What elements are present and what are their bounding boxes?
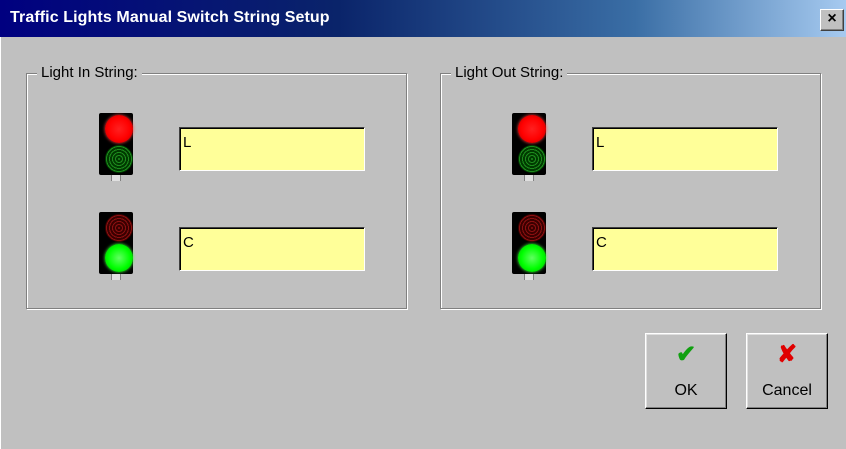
red-bulb-off — [518, 214, 546, 242]
title-bar: Traffic Lights Manual Switch String Setu… — [0, 0, 846, 37]
traffic-light-housing — [99, 113, 133, 175]
ok-button-label: OK — [674, 382, 698, 399]
green-bulb-on — [105, 244, 133, 272]
traffic-light-post — [524, 175, 534, 181]
cross-icon: ✘ — [776, 341, 798, 368]
traffic-light-post — [111, 274, 121, 280]
traffic-light-post — [524, 274, 534, 280]
red-traffic-light-icon — [96, 113, 136, 181]
red-bulb-on — [518, 115, 546, 143]
cancel-button[interactable]: ✘ Cancel — [746, 333, 828, 409]
green-bulb-off — [105, 145, 133, 173]
green-traffic-light-icon — [96, 212, 136, 280]
light-out-green-string-input[interactable]: C — [592, 227, 778, 271]
close-icon: × — [827, 10, 837, 27]
light-in-group: Light In String: — [26, 64, 407, 309]
light-in-green-string-input[interactable]: C — [179, 227, 365, 271]
window-title: Traffic Lights Manual Switch String Setu… — [10, 9, 330, 26]
green-traffic-light-icon — [509, 212, 549, 280]
red-bulb-off — [105, 214, 133, 242]
close-button[interactable]: × — [820, 9, 844, 31]
light-out-red-string-input[interactable]: L — [592, 127, 778, 171]
light-out-label: Light Out String: — [451, 64, 568, 82]
light-in-red-string-input[interactable]: L — [179, 127, 365, 171]
light-out-group: Light Out String: — [440, 64, 821, 309]
ok-button[interactable]: ✔ OK — [645, 333, 727, 409]
checkmark-icon: ✔ — [675, 341, 697, 368]
dialog-left-edge — [0, 37, 8, 449]
cancel-button-label: Cancel — [762, 382, 812, 399]
red-traffic-light-icon — [509, 113, 549, 181]
green-bulb-on — [518, 244, 546, 272]
traffic-light-housing — [99, 212, 133, 274]
traffic-light-post — [111, 175, 121, 181]
light-in-label: Light In String: — [37, 64, 142, 82]
green-bulb-off — [518, 145, 546, 173]
traffic-light-housing — [512, 113, 546, 175]
traffic-light-housing — [512, 212, 546, 274]
red-bulb-on — [105, 115, 133, 143]
